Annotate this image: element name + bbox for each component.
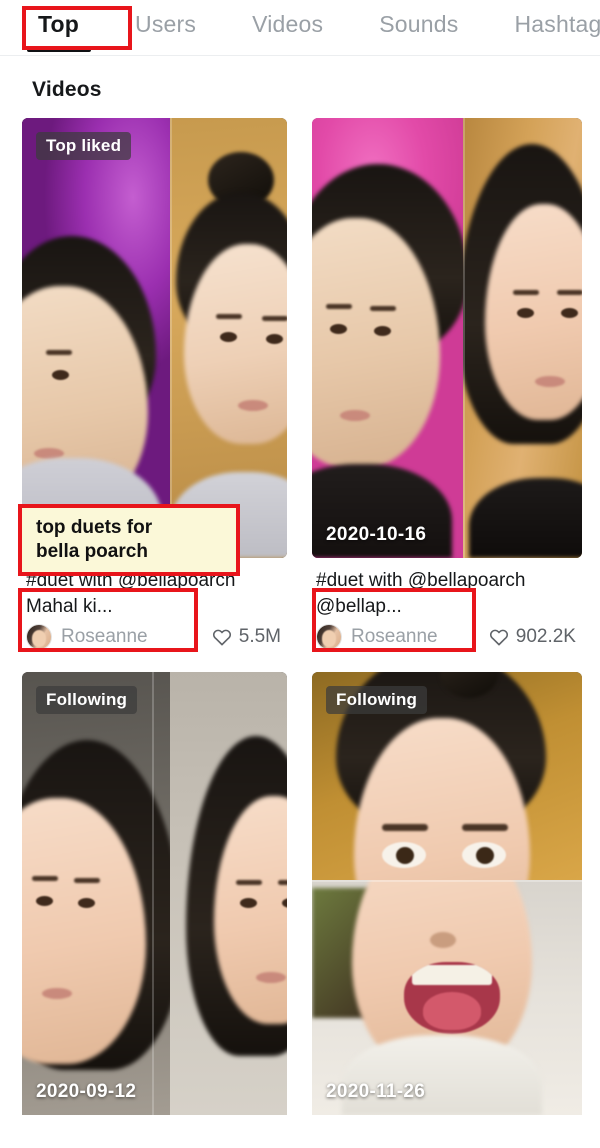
- eye-shape: [374, 326, 391, 336]
- brow-shape: [557, 290, 582, 295]
- tab-top[interactable]: Top: [26, 7, 91, 52]
- lips-shape: [535, 376, 566, 387]
- brow-shape: [236, 880, 263, 885]
- brow-shape: [326, 304, 352, 309]
- brow-shape: [216, 314, 243, 319]
- annotation-note-search-query: top duets for bella poarch: [18, 504, 240, 576]
- avatar-face: [322, 630, 337, 647]
- search-tab-bar: Top Users Videos Sounds Hashtags: [0, 0, 600, 56]
- lips-shape: [42, 988, 72, 999]
- video-username-1[interactable]: Roseanne: [61, 626, 148, 648]
- avatar[interactable]: [26, 624, 52, 650]
- duet-half-left-2: [312, 118, 464, 558]
- brow-shape: [370, 306, 396, 311]
- annotation-note-line-1: top duets for: [36, 517, 153, 538]
- brow-shape: [382, 824, 428, 831]
- duet-seam: [463, 118, 466, 558]
- video-meta-1: Roseanne 5.5M: [22, 618, 287, 650]
- avatar[interactable]: [316, 624, 342, 650]
- avatar-face: [32, 630, 47, 647]
- annotation-note-text: top duets for bella poarch: [36, 516, 152, 564]
- annotation-note-line-2: bella poarch: [36, 541, 148, 562]
- video-badge-1: Top liked: [36, 132, 132, 160]
- teeth-shape: [411, 965, 493, 986]
- heart-icon: [212, 629, 231, 645]
- brow-shape: [262, 316, 287, 321]
- tab-hashtags[interactable]: Hashtags: [512, 7, 600, 48]
- heart-icon: [489, 629, 508, 645]
- eye-shape: [52, 370, 69, 380]
- video-date-3: 2020-09-12: [36, 1081, 137, 1102]
- brow-shape: [46, 350, 72, 355]
- brow-shape: [32, 876, 58, 881]
- video-likes-1: 5.5M: [212, 626, 285, 648]
- duet-half-right-1: [170, 118, 287, 558]
- video-thumbnail-2[interactable]: 2020-10-16: [312, 118, 582, 558]
- video-badge-4: Following: [326, 686, 428, 714]
- eye-shape: [330, 324, 347, 334]
- tiktok-search-results-screen: Top Users Videos Sounds Hashtags Videos: [0, 0, 600, 1148]
- video-thumbnail-1[interactable]: Top liked: [22, 118, 287, 558]
- tab-hashtags-label: Hashtags: [514, 11, 600, 37]
- section-heading-videos: Videos: [32, 78, 102, 101]
- eye-shape: [476, 847, 494, 864]
- eye-shape: [36, 896, 53, 906]
- tab-users-label: Users: [135, 11, 197, 37]
- video-likes-count-2: 902.2K: [515, 626, 576, 647]
- brow-shape: [278, 880, 287, 885]
- duet-seam-horizontal: [312, 880, 582, 883]
- brow-shape: [74, 878, 100, 883]
- tab-sounds[interactable]: Sounds: [377, 7, 460, 48]
- video-likes-count-1: 5.5M: [238, 626, 281, 647]
- tab-users[interactable]: Users: [133, 7, 198, 48]
- tongue-shape: [423, 992, 481, 1030]
- duet-half-left-1: [22, 118, 171, 558]
- tab-videos[interactable]: Videos: [250, 7, 325, 48]
- lips-shape: [340, 410, 370, 421]
- video-date-2: 2020-10-16: [326, 524, 427, 545]
- brow-shape: [462, 824, 508, 831]
- duet-half-right-3: [170, 672, 287, 1115]
- tab-videos-label: Videos: [252, 11, 324, 37]
- duet-half-right-2: [463, 118, 582, 558]
- video-meta-2: Roseanne 902.2K: [312, 618, 582, 650]
- video-card-3[interactable]: Following 2020-09-12: [22, 672, 287, 1115]
- video-thumbnail-3[interactable]: Following 2020-09-12: [22, 672, 287, 1115]
- brow-shape: [513, 290, 540, 295]
- video-caption-2[interactable]: #duet with @bellapoarch @bellap...: [312, 558, 582, 618]
- tab-active-underline: [26, 47, 91, 52]
- duet-seam: [170, 118, 173, 558]
- eye-shape: [78, 898, 95, 908]
- video-likes-2: 902.2K: [489, 626, 580, 648]
- duet-frame-bottom-4: [312, 880, 582, 1115]
- video-username-2[interactable]: Roseanne: [351, 626, 438, 648]
- tab-top-label: Top: [38, 11, 80, 37]
- video-date-4: 2020-11-26: [326, 1081, 426, 1102]
- video-results-grid: Top liked #duet with @bellapoarch Mahal …: [0, 118, 600, 1115]
- video-badge-3: Following: [36, 686, 138, 714]
- video-card-4[interactable]: Following 2020-11-26: [312, 672, 582, 1115]
- torso-shape: [342, 1035, 542, 1115]
- tab-sounds-label: Sounds: [379, 11, 459, 37]
- duet-seam: [151, 672, 154, 1115]
- video-thumbnail-4[interactable]: Following 2020-11-26: [312, 672, 582, 1115]
- duet-half-left-3: [22, 672, 171, 1115]
- eye-shape: [396, 847, 414, 864]
- video-card-2[interactable]: 2020-10-16 #duet with @bellapoarch @bell…: [312, 118, 582, 650]
- open-mouth-shape: [404, 962, 500, 1035]
